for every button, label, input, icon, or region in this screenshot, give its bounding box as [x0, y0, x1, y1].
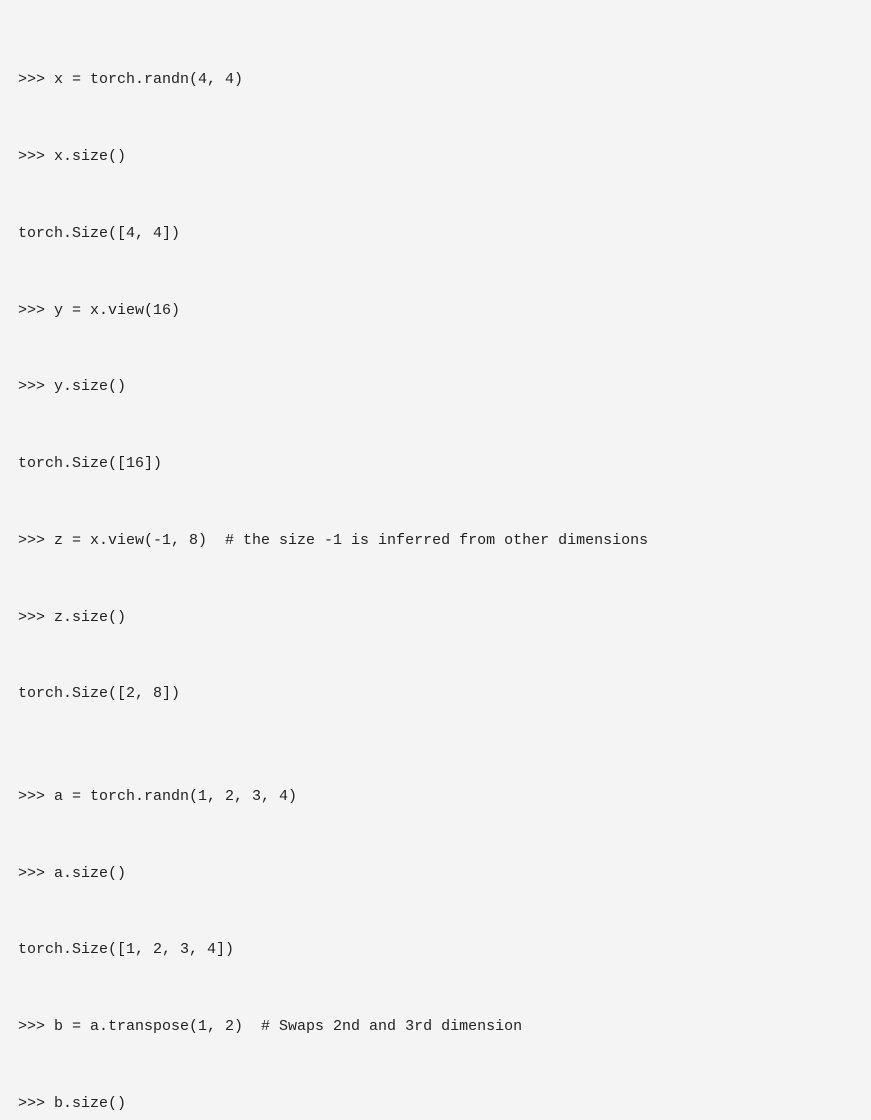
code-line: torch.Size([4, 4]): [18, 221, 853, 247]
code-line: >>> y = x.view(16): [18, 298, 853, 324]
code-line: torch.Size([1, 2, 3, 4]): [18, 937, 853, 963]
code-line: >>> x = torch.randn(4, 4): [18, 67, 853, 93]
code-line: >>> x.size(): [18, 144, 853, 170]
code-line: >>> b = a.transpose(1, 2) # Swaps 2nd an…: [18, 1014, 853, 1040]
code-block: >>> x = torch.randn(4, 4) >>> x.size() t…: [18, 16, 853, 1120]
code-line: torch.Size([16]): [18, 451, 853, 477]
code-line: >>> y.size(): [18, 374, 853, 400]
code-line: torch.Size([2, 8]): [18, 681, 853, 707]
code-line: >>> z = x.view(-1, 8) # the size -1 is i…: [18, 528, 853, 554]
code-line: >>> a = torch.randn(1, 2, 3, 4): [18, 784, 853, 810]
code-line: >>> z.size(): [18, 605, 853, 631]
code-line: >>> b.size(): [18, 1091, 853, 1117]
code-line: >>> a.size(): [18, 861, 853, 887]
